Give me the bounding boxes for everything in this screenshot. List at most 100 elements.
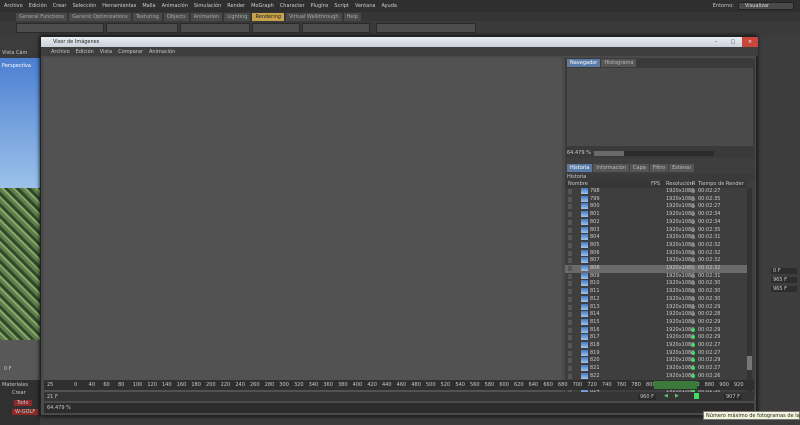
value-field[interactable]: 965 F bbox=[771, 286, 797, 292]
menu-animacion[interactable]: Animación bbox=[162, 3, 188, 9]
materials-wgolf[interactable]: W-GOLF bbox=[12, 409, 39, 415]
layout-tab[interactable]: Texturing bbox=[132, 12, 162, 21]
menu-render[interactable]: Render bbox=[227, 3, 245, 9]
timeline-bar[interactable]: 25 0 40 60 80 100 120 140 160 180 200 220 240 260 280… bbox=[44, 380, 754, 390]
layout-tab[interactable]: Generic Optimizations bbox=[69, 12, 131, 21]
maximize-icon[interactable]: □ bbox=[725, 37, 741, 47]
menu-crear[interactable]: Crear bbox=[53, 3, 67, 9]
scrollbar-thumb[interactable] bbox=[747, 356, 752, 370]
menu-character[interactable]: Character bbox=[280, 3, 305, 9]
toolbar-button[interactable] bbox=[180, 23, 250, 33]
layout-tab-rendering[interactable]: Rendering bbox=[252, 12, 284, 21]
tab-capa[interactable]: Capa bbox=[630, 164, 649, 172]
row-checkbox[interactable] bbox=[568, 335, 572, 341]
row-checkbox[interactable] bbox=[568, 196, 572, 202]
row-checkbox[interactable] bbox=[568, 327, 572, 333]
menu-script[interactable]: Script bbox=[334, 3, 349, 9]
menu-seleccion[interactable]: Selección bbox=[72, 3, 96, 9]
play-backward-icon[interactable]: ◀ bbox=[664, 393, 668, 399]
close-icon[interactable]: × bbox=[742, 37, 758, 47]
row-checkbox[interactable] bbox=[568, 319, 572, 325]
viewport-tab-cam[interactable]: Cám bbox=[16, 50, 27, 56]
play-forward-icon[interactable]: ▶ bbox=[675, 393, 679, 399]
tab-informacion[interactable]: Información bbox=[593, 164, 630, 172]
col-resolucion[interactable]: Resolución bbox=[666, 181, 693, 187]
layout-tab[interactable]: Help bbox=[343, 12, 361, 21]
row-checkbox[interactable] bbox=[568, 189, 572, 194]
current-frame[interactable]: 21 F bbox=[47, 394, 58, 400]
col-tiempo[interactable]: Tiempo de Render bbox=[698, 181, 744, 187]
status-zoom[interactable]: 64.479 % bbox=[47, 405, 71, 411]
menu-plugins[interactable]: Plugins bbox=[311, 3, 329, 9]
window-titlebar[interactable]: Visor de Imágenes – □ × bbox=[41, 37, 758, 47]
menu-archivo[interactable]: Archivo bbox=[4, 3, 23, 9]
row-checkbox[interactable] bbox=[568, 358, 572, 364]
menu-mograph[interactable]: MoGraph bbox=[251, 3, 274, 9]
minimize-icon[interactable]: – bbox=[708, 37, 724, 47]
col-fps[interactable]: FPS bbox=[651, 181, 660, 187]
navigator-preview[interactable] bbox=[567, 68, 753, 146]
toolbar-button[interactable] bbox=[16, 23, 104, 33]
timeline-render-range[interactable] bbox=[654, 381, 697, 389]
row-checkbox[interactable] bbox=[568, 250, 572, 256]
materials-crear[interactable]: Crear bbox=[12, 390, 26, 396]
toolbar-button[interactable] bbox=[252, 23, 300, 33]
environment-dropdown[interactable]: Visualizar bbox=[738, 2, 794, 10]
image-display-area[interactable] bbox=[44, 58, 562, 396]
row-checkbox[interactable] bbox=[568, 296, 572, 302]
layout-tab[interactable]: Virtual Walkthrough bbox=[285, 12, 342, 21]
menu-simulacion[interactable]: Simulación bbox=[194, 3, 221, 9]
menu-edicion[interactable]: Edición bbox=[29, 3, 47, 9]
col-r[interactable]: R bbox=[692, 181, 695, 187]
menu-ventana[interactable]: Ventana bbox=[355, 3, 376, 9]
menu-herramientas[interactable]: Herramientas bbox=[102, 3, 136, 9]
viewer-menu-animacion[interactable]: Animación bbox=[149, 49, 175, 55]
tab-filtro[interactable]: Filtro bbox=[649, 164, 669, 172]
tab-estereo[interactable]: Estéreo bbox=[669, 164, 694, 172]
row-checkbox[interactable] bbox=[568, 273, 572, 279]
menu-ayuda[interactable]: Ayuda bbox=[381, 3, 396, 9]
layout-tab[interactable]: General Functions bbox=[16, 12, 68, 21]
viewer-menu-vista[interactable]: Vista bbox=[100, 49, 112, 55]
viewer-menu-archivo[interactable]: Archivo bbox=[51, 49, 70, 55]
row-checkbox[interactable] bbox=[568, 343, 572, 348]
tab-histograma[interactable]: Histograma bbox=[601, 59, 637, 67]
history-scrollbar[interactable] bbox=[747, 188, 752, 396]
end-frame-field[interactable]: 960 F bbox=[638, 394, 657, 400]
row-checkbox[interactable] bbox=[568, 281, 572, 287]
menu-malla[interactable]: Malla bbox=[142, 3, 155, 9]
max-frame-field[interactable]: 907 F bbox=[724, 394, 743, 400]
row-checkbox[interactable] bbox=[568, 266, 572, 271]
layout-tab[interactable]: Lighting bbox=[224, 12, 251, 21]
row-checkbox[interactable] bbox=[568, 312, 572, 318]
layout-tab[interactable]: Objects bbox=[163, 12, 189, 21]
row-checkbox[interactable] bbox=[568, 258, 572, 264]
row-checkbox[interactable] bbox=[568, 212, 572, 218]
viewer-menu-comparar[interactable]: Comparar bbox=[118, 49, 143, 55]
value-field[interactable]: 0 F bbox=[771, 268, 797, 274]
row-checkbox[interactable] bbox=[568, 366, 572, 372]
col-nombre[interactable]: Nombre bbox=[568, 181, 588, 187]
tab-navegador[interactable]: Navegador bbox=[567, 59, 601, 67]
value-field[interactable]: 965 F bbox=[771, 277, 797, 283]
toolbar-button[interactable] bbox=[106, 23, 178, 33]
row-checkbox[interactable] bbox=[568, 350, 572, 356]
tab-historia[interactable]: Historia bbox=[567, 164, 593, 172]
row-checkbox[interactable] bbox=[568, 204, 572, 210]
row-checkbox[interactable] bbox=[568, 304, 572, 310]
materials-todo[interactable]: Todo bbox=[14, 400, 32, 406]
row-checkbox[interactable] bbox=[568, 242, 572, 248]
toolbar-button[interactable] bbox=[302, 23, 370, 33]
viewport-tab-vista[interactable]: Vista bbox=[2, 50, 14, 56]
perspective-viewport[interactable]: Vista Cám Perspectiva 0 F bbox=[0, 50, 40, 388]
row-checkbox[interactable] bbox=[568, 235, 572, 241]
row-checkbox[interactable] bbox=[568, 373, 572, 379]
zoom-slider[interactable] bbox=[593, 150, 714, 156]
viewer-menu-edicion[interactable]: Edición bbox=[76, 49, 94, 55]
row-checkbox[interactable] bbox=[568, 227, 572, 233]
row-checkbox[interactable] bbox=[568, 289, 572, 295]
toolbar-button[interactable] bbox=[376, 23, 476, 33]
cache-indicator-icon[interactable] bbox=[694, 393, 699, 399]
row-checkbox[interactable] bbox=[568, 219, 572, 225]
layout-tab[interactable]: Animation bbox=[190, 12, 223, 21]
